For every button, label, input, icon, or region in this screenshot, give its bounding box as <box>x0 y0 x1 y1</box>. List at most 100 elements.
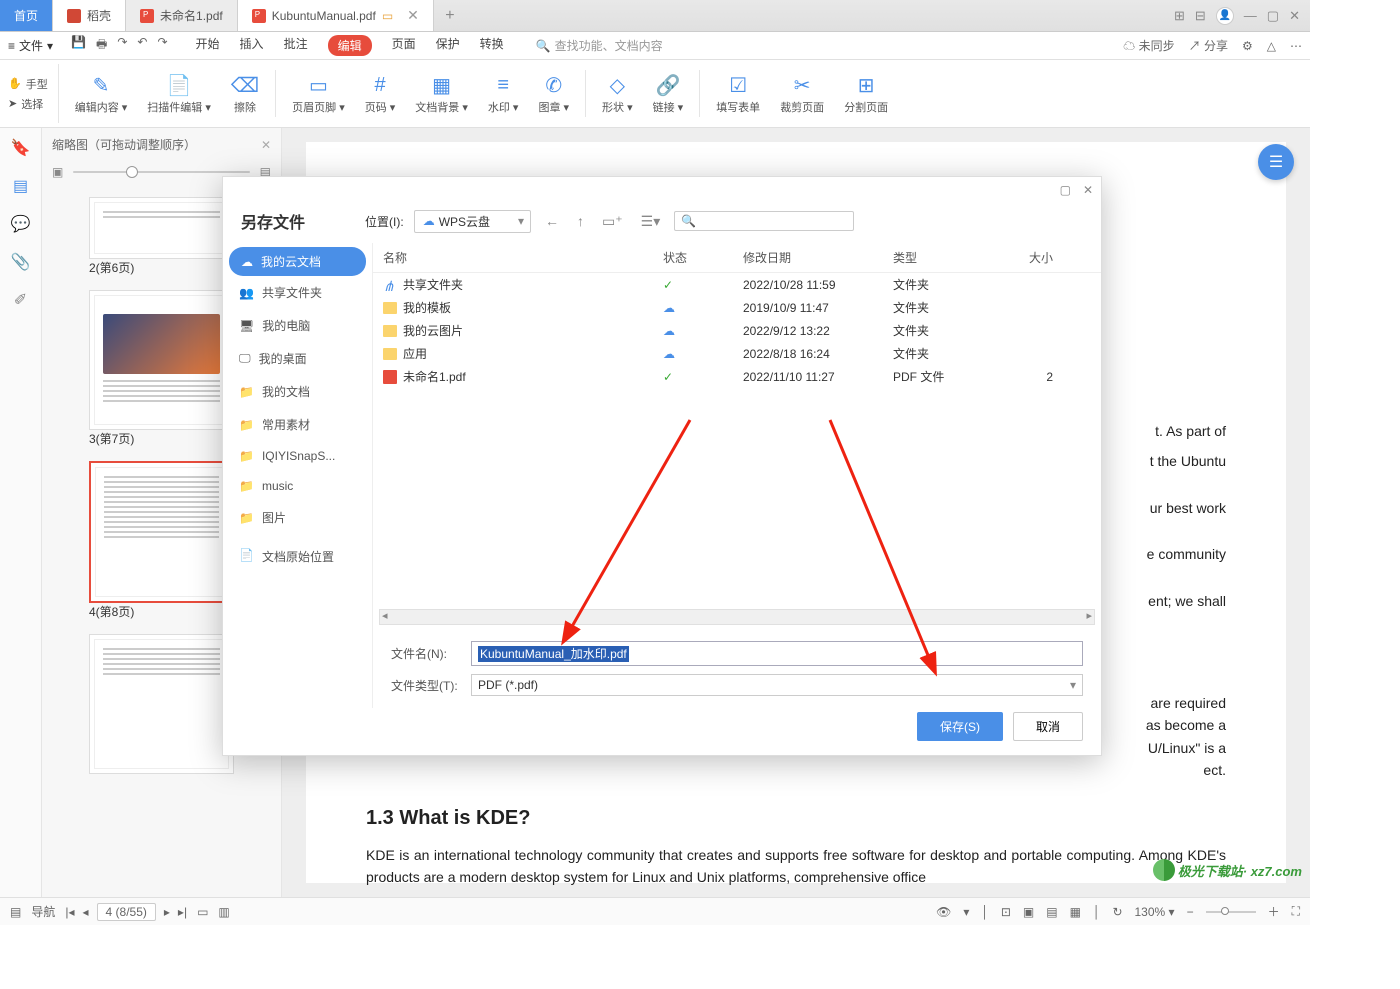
bookmark-icon[interactable]: 🔖 <box>11 138 31 158</box>
page-number-input[interactable]: 4 (8/55) <box>97 903 156 921</box>
side-common[interactable]: 📁常用素材 <box>223 408 372 441</box>
tab-file2-active[interactable]: KubuntuManual.pdf▭✕ <box>238 0 434 31</box>
new-tab-button[interactable]: + <box>434 0 466 31</box>
file-row[interactable]: 共享文件夹 ✓ 2022/10/28 11:59 文件夹 <box>373 273 1101 296</box>
share-button[interactable]: ↗ 分享 <box>1189 37 1228 54</box>
ribbon-stamp[interactable]: ✆图章 ▾ <box>528 64 579 123</box>
thumbnail-icon[interactable]: ▤ <box>13 176 28 196</box>
last-page-icon[interactable]: ▸| <box>178 905 187 919</box>
nav-up-icon[interactable]: ↑ <box>573 213 588 229</box>
menu-convert[interactable]: 转换 <box>480 35 504 56</box>
side-music[interactable]: 📁music <box>223 471 372 501</box>
sign-icon[interactable]: ✐ <box>14 290 27 310</box>
side-shared[interactable]: 👥共享文件夹 <box>223 276 372 309</box>
col-type[interactable]: 类型 <box>893 249 1003 266</box>
dialog-max-icon[interactable]: ▢ <box>1060 183 1071 197</box>
col-status[interactable]: 状态 <box>663 249 743 266</box>
minimize-button[interactable]: — <box>1244 8 1257 23</box>
next-page-icon[interactable]: ▸ <box>164 905 170 919</box>
undo-icon[interactable]: ↶ <box>137 35 147 56</box>
save-icon[interactable]: 💾 <box>71 35 86 56</box>
menu-edit[interactable]: 编辑 <box>328 35 372 56</box>
print-icon[interactable]: 🖶 <box>96 35 107 56</box>
fit3-icon[interactable]: ▤ <box>1046 905 1057 919</box>
ribbon-header-footer[interactable]: ▭页眉页脚 ▾ <box>282 64 355 123</box>
zoom-level[interactable]: 130% ▾ <box>1135 905 1175 919</box>
fit1-icon[interactable]: ⊡ <box>1001 905 1011 919</box>
ribbon-form[interactable]: ☑填写表单 <box>706 64 770 123</box>
status-a-icon[interactable]: ▭ <box>197 905 208 919</box>
menu-start[interactable]: 开始 <box>196 35 220 56</box>
ribbon-scan-edit[interactable]: 📄扫描件编辑 ▾ <box>137 64 221 123</box>
side-iqiyi[interactable]: 📁IQIYISnapS... <box>223 441 372 471</box>
close-window-button[interactable]: ✕ <box>1289 8 1300 24</box>
thumb-pic-icon[interactable]: ▣ <box>52 165 63 179</box>
nav-newfolder-icon[interactable]: ▭⁺ <box>598 213 627 230</box>
status-b-icon[interactable]: ▥ <box>218 905 229 919</box>
comment-icon[interactable]: 💬 <box>11 214 31 234</box>
more-icon[interactable]: ⋯ <box>1290 39 1302 53</box>
floating-action-button[interactable]: ☰ <box>1258 144 1294 180</box>
ribbon-background[interactable]: ▦文档背景 ▾ <box>405 64 478 123</box>
dialog-close-icon[interactable]: ✕ <box>1083 183 1093 197</box>
side-desktop[interactable]: 🖵我的桌面 <box>223 342 372 375</box>
ribbon-watermark[interactable]: ≡水印 ▾ <box>478 64 529 123</box>
panel-close-icon[interactable]: ✕ <box>261 138 271 152</box>
thumb-item[interactable]: 3(第7页) <box>89 290 234 447</box>
rotate-icon[interactable]: ↻ <box>1112 905 1122 919</box>
select-mode[interactable]: ➤选择 <box>8 96 48 112</box>
fit4-icon[interactable]: ▦ <box>1070 905 1081 919</box>
col-date[interactable]: 修改日期 <box>743 249 893 266</box>
close-icon[interactable]: ✕ <box>407 7 419 24</box>
ribbon-crop[interactable]: ✂裁剪页面 <box>770 64 834 123</box>
thumb-item[interactable]: 2(第6页) <box>89 197 234 276</box>
location-combo[interactable]: ☁WPS云盘 <box>414 210 531 233</box>
zoom-out-icon[interactable]: − <box>1187 905 1194 919</box>
first-page-icon[interactable]: |◂ <box>65 905 74 919</box>
tab-file1[interactable]: 未命名1.pdf <box>126 0 238 31</box>
zoom-in-icon[interactable]: ＋ <box>1268 903 1280 920</box>
file-row[interactable]: 我的模板 ☁ 2019/10/9 11:47 文件夹 <box>373 296 1101 319</box>
filename-input[interactable]: KubuntuManual_加水印.pdf <box>471 641 1083 666</box>
ribbon-links[interactable]: 🔗链接 ▾ <box>643 64 694 123</box>
thumb-zoom-slider[interactable] <box>73 171 249 173</box>
maximize-button[interactable]: ▢ <box>1267 8 1279 24</box>
thumb-item[interactable] <box>89 634 234 774</box>
tab-home[interactable]: 首页 <box>0 0 53 31</box>
filetype-combo[interactable]: PDF (*.pdf) <box>471 674 1083 696</box>
settings-icon[interactable]: ⚙ <box>1242 39 1253 53</box>
cancel-button[interactable]: 取消 <box>1013 712 1083 741</box>
fit2-icon[interactable]: ▣ <box>1023 905 1034 919</box>
nav-label[interactable]: 导航 <box>31 903 55 920</box>
avatar-icon[interactable]: 👤 <box>1216 7 1234 25</box>
col-size[interactable]: 大小 <box>1003 249 1053 266</box>
dialog-search[interactable]: 🔍 <box>674 211 854 231</box>
side-computer[interactable]: 🖥我的电脑 <box>223 309 372 342</box>
menu-protect[interactable]: 保护 <box>436 35 460 56</box>
ribbon-erase[interactable]: ⌫擦除 <box>221 64 269 123</box>
attachment-icon[interactable]: 📎 <box>11 252 31 272</box>
hscrollbar[interactable] <box>379 609 1095 625</box>
zoom-slider[interactable] <box>1206 911 1256 913</box>
prev-page-icon[interactable]: ◂ <box>83 905 89 919</box>
menu-page[interactable]: 页面 <box>392 35 416 56</box>
hand-mode[interactable]: ✋手型 <box>8 76 48 92</box>
side-my-cloud[interactable]: ☁我的云文档 <box>229 247 366 276</box>
grid1-icon[interactable]: ⊞ <box>1174 8 1185 24</box>
tab-pin-icon[interactable]: ▭ <box>382 9 393 23</box>
share-icon[interactable]: ↷ <box>117 35 127 56</box>
tab-doke[interactable]: 稻壳 <box>53 0 126 31</box>
file-row[interactable]: 未命名1.pdf ✓ 2022/11/10 11:27 PDF 文件 2 <box>373 365 1101 388</box>
menu-annotate[interactable]: 批注 <box>284 35 308 56</box>
nav-back-icon[interactable]: ← <box>541 213 563 229</box>
nav-view-icon[interactable]: ☰▾ <box>637 213 665 230</box>
cloud-unsync[interactable]: ☁ 未同步 <box>1123 37 1174 54</box>
ribbon-shapes[interactable]: ◇形状 ▾ <box>592 64 643 123</box>
col-name[interactable]: 名称 <box>383 249 663 266</box>
file-menu[interactable]: ≡文件▾ <box>8 37 53 54</box>
file-row[interactable]: 我的云图片 ☁ 2022/9/12 13:22 文件夹 <box>373 319 1101 342</box>
redo-icon[interactable]: ↷ <box>157 35 167 56</box>
nav-toggle-icon[interactable]: ▤ <box>10 905 21 919</box>
search-box[interactable]: 🔍查找功能、文档内容 <box>536 37 663 54</box>
grid2-icon[interactable]: ⊟ <box>1195 8 1206 24</box>
